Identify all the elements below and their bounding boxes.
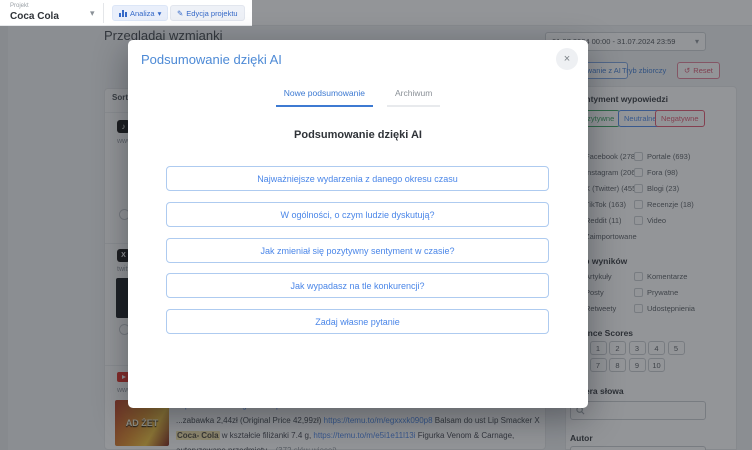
modal-backdrop[interactable] <box>252 0 752 26</box>
project-label: Projekt <box>10 3 29 9</box>
chevron-down-icon: ▾ <box>158 9 162 18</box>
edit-project-label: Edycja projektu <box>186 9 237 18</box>
bar-chart-icon <box>119 9 127 17</box>
analiza-label: Analiza <box>130 9 155 18</box>
prompt-sentiment-trend-button[interactable]: Jak zmieniał się pozytywny sentyment w c… <box>166 238 549 263</box>
edit-project-button[interactable]: ✎ Edycja projektu <box>170 5 245 21</box>
prompt-custom-question-button[interactable]: Zadaj własne pytanie <box>166 309 549 334</box>
tab-archive[interactable]: Archiwum <box>387 88 440 107</box>
tab-new-summary[interactable]: Nowe podsumowanie <box>276 88 373 107</box>
chevron-down-icon[interactable]: ▾ <box>90 8 95 19</box>
close-icon[interactable]: × <box>556 48 578 70</box>
prompt-top-events-button[interactable]: Najważniejsze wydarzenia z danego okresu… <box>166 166 549 191</box>
ai-summary-modal: Podsumowanie dzięki AI × Nowe podsumowan… <box>128 40 588 408</box>
prompt-competitors-button[interactable]: Jak wypadasz na tle konkurencji? <box>166 273 549 298</box>
topbar-divider <box>103 3 104 23</box>
modal-tabs: Nowe podsumowanie Archiwum <box>128 88 588 107</box>
prompt-discussion-topics-button[interactable]: W ogólności, o czym ludzie dyskutują? <box>166 202 549 227</box>
modal-body-title: Podsumowanie dzięki AI <box>128 129 588 141</box>
modal-title: Podsumowanie dzięki AI <box>141 52 282 67</box>
analiza-button[interactable]: Analiza ▾ <box>112 5 168 21</box>
project-selector[interactable]: Coca Cola <box>10 11 59 22</box>
pencil-icon: ✎ <box>177 9 183 18</box>
